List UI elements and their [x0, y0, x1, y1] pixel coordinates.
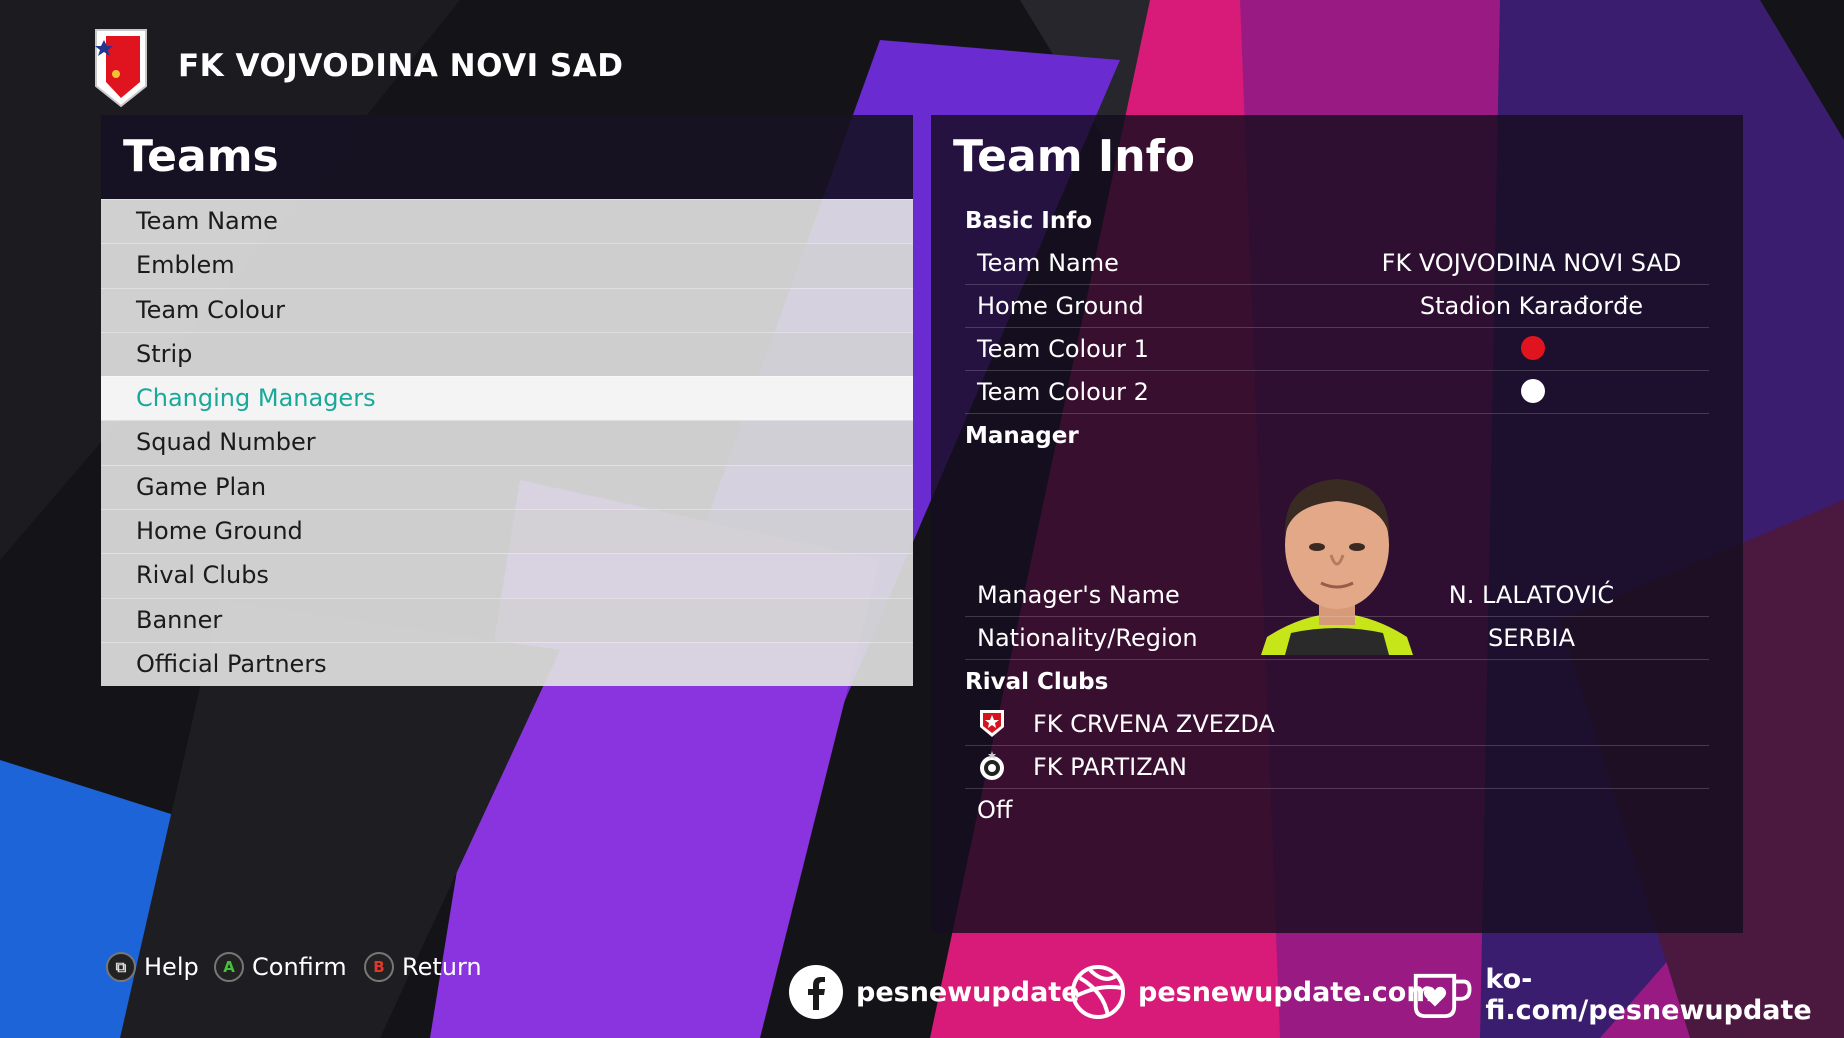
vojvodina-crest-icon: [95, 29, 147, 108]
website-url: pesnewupdate.com: [1138, 976, 1435, 1008]
dribbble-icon: [1071, 965, 1125, 1019]
teams-panel: Teams Team Name Emblem Team Colour Strip…: [101, 115, 913, 687]
nationality-label: Nationality/Region: [977, 624, 1198, 652]
menu-item-game-plan[interactable]: Game Plan: [101, 464, 913, 509]
kofi-link: ko-fi.com/pesnewupdate: [1410, 964, 1844, 1026]
facebook-handle: pesnewupdate: [856, 976, 1080, 1008]
rival-club-row: FK PARTIZAN: [965, 745, 1709, 789]
rival-club-name: FK PARTIZAN: [1033, 753, 1188, 781]
teams-panel-title: Teams: [123, 131, 279, 182]
partizan-crest-icon: [980, 751, 1004, 780]
manager-name-value: N. LALATOVIĆ: [1448, 581, 1615, 609]
return-label: Return: [402, 953, 482, 981]
teams-menu: Team Name Emblem Team Colour Strip Chang…: [101, 199, 913, 687]
help-label: Help: [144, 953, 199, 981]
b-button-icon: B: [364, 952, 394, 982]
kofi-url: ko-fi.com/pesnewupdate: [1485, 964, 1812, 1026]
rival-clubs-status: Off: [977, 796, 1013, 824]
rival-clubs-status-row: Off: [965, 788, 1709, 831]
team-info-panel: Team Info Basic Info Team Name FK VOJVOD…: [931, 115, 1743, 933]
menu-item-squad-number[interactable]: Squad Number: [101, 420, 913, 465]
manager-name-label: Manager's Name: [977, 581, 1180, 609]
menu-item-banner[interactable]: Banner: [101, 597, 913, 642]
crvena-zvezda-crest-icon: [980, 710, 1004, 737]
nationality-value: SERBIA: [1487, 624, 1576, 652]
rival-club-row: FK CRVENA ZVEZDA: [965, 702, 1709, 746]
menu-item-team-name[interactable]: Team Name: [101, 199, 913, 243]
menu-item-official-partners[interactable]: Official Partners: [101, 641, 913, 686]
confirm-label: Confirm: [252, 953, 347, 981]
team-colour-1-swatch: [1521, 336, 1545, 360]
manager-heading: Manager: [965, 423, 1079, 449]
return-hint[interactable]: B Return: [364, 952, 482, 982]
team-name-value: FK VOJVODINA NOVI SAD: [1381, 249, 1682, 277]
menu-item-changing-managers[interactable]: Changing Managers: [101, 376, 913, 421]
info-row-colour-1: Team Colour 1: [965, 327, 1709, 371]
home-ground-label: Home Ground: [977, 292, 1144, 320]
menu-item-emblem[interactable]: Emblem: [101, 243, 913, 288]
touchpad-button-icon: ⧉: [106, 952, 136, 982]
facebook-link: pesnewupdate: [788, 964, 1080, 1020]
info-row-team-name: Team Name FK VOJVODINA NOVI SAD: [965, 241, 1709, 285]
info-row-home-ground: Home Ground Stadion Karađorđe: [965, 284, 1709, 328]
confirm-hint[interactable]: A Confirm: [214, 952, 347, 982]
kofi-cup-icon: [1413, 973, 1472, 1019]
team-colour-2-label: Team Colour 2: [977, 378, 1149, 406]
team-name-label: Team Name: [977, 249, 1119, 277]
info-row-colour-2: Team Colour 2: [965, 370, 1709, 414]
home-ground-value: Stadion Karađorđe: [1419, 292, 1644, 320]
team-colour-2-swatch: [1521, 379, 1545, 403]
team-info-title: Team Info: [953, 131, 1195, 182]
rival-clubs-heading: Rival Clubs: [965, 669, 1109, 695]
info-row-nationality: Nationality/Region SERBIA: [965, 616, 1709, 660]
website-link: pesnewupdate.com: [1070, 964, 1434, 1020]
info-row-manager-name: Manager's Name N. LALATOVIĆ: [965, 573, 1709, 617]
team-colour-1-label: Team Colour 1: [977, 335, 1149, 363]
rival-club-name: FK CRVENA ZVEZDA: [1033, 710, 1275, 738]
menu-item-strip[interactable]: Strip: [101, 331, 913, 377]
facebook-icon: [789, 965, 843, 1019]
teams-panel-header: Teams: [101, 115, 913, 199]
a-button-icon: A: [214, 952, 244, 982]
help-hint[interactable]: ⧉ Help: [106, 952, 199, 982]
menu-item-home-ground[interactable]: Home Ground: [101, 509, 913, 554]
club-name: FK VOJVODINA NOVI SAD: [178, 48, 624, 84]
basic-info-heading: Basic Info: [965, 208, 1093, 234]
menu-item-team-colour[interactable]: Team Colour: [101, 287, 913, 332]
menu-item-rival-clubs[interactable]: Rival Clubs: [101, 553, 913, 597]
